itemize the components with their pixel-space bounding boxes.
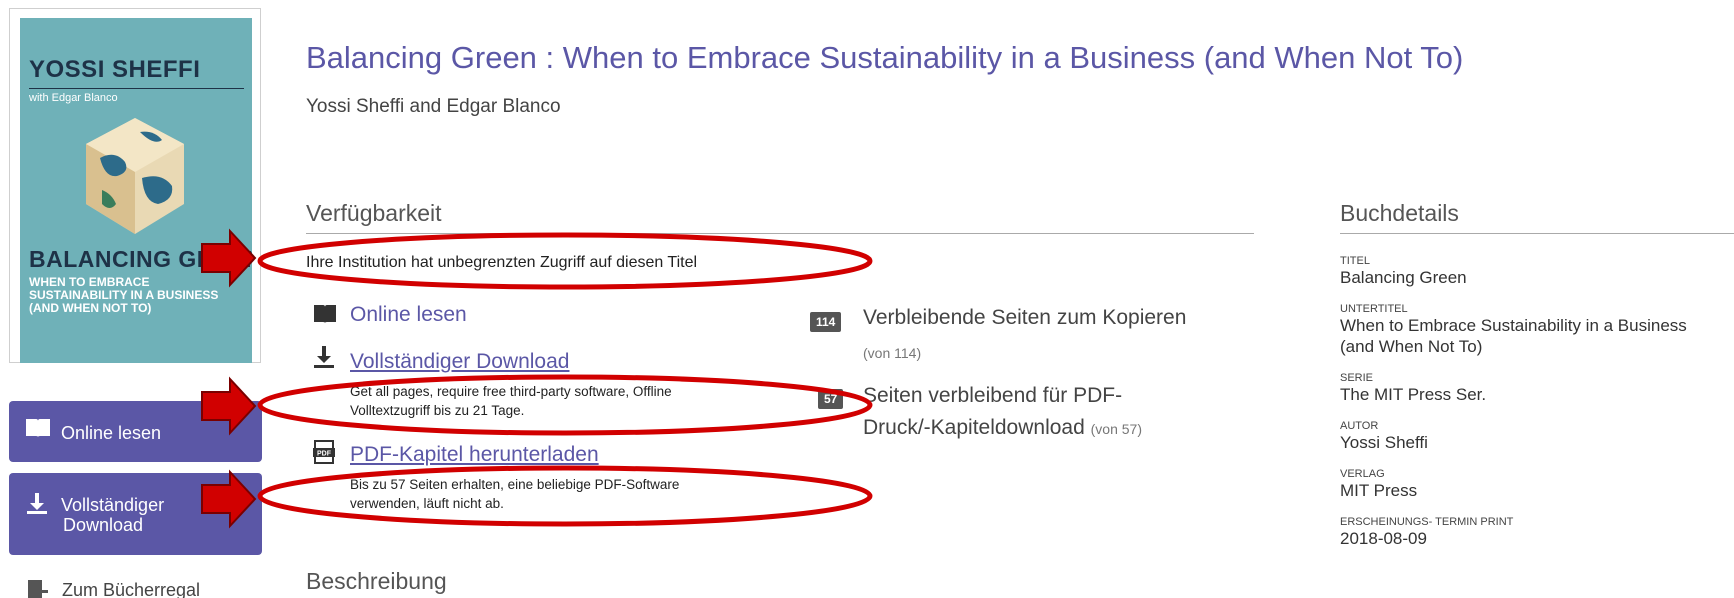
svg-text:PDF: PDF bbox=[317, 451, 332, 458]
detail-value: The MIT Press Ser. bbox=[1340, 385, 1487, 404]
online-read-link[interactable]: Online lesen bbox=[350, 303, 467, 327]
copy-pages-of: (von 114) bbox=[863, 345, 922, 361]
print-pages-badge: 57 bbox=[818, 389, 844, 409]
detail-label: AUTOR bbox=[1340, 420, 1379, 432]
detail-value: Balancing Green bbox=[1340, 268, 1467, 287]
copy-pages-label: Verbleibende Seiten zum Kopieren bbox=[863, 306, 1187, 329]
cover-rule bbox=[29, 88, 244, 89]
details-heading: Buchdetails bbox=[1340, 200, 1459, 226]
availability-heading: Verfügbarkeit bbox=[306, 200, 442, 226]
book-icon bbox=[26, 419, 50, 437]
book-authors: Yossi Sheffi and Edgar Blanco bbox=[306, 96, 561, 117]
print-pages-label: Seiten verbleibend für PDF- Druck/-Kapit… bbox=[863, 384, 1142, 439]
download-icon bbox=[314, 346, 334, 368]
online-read-button[interactable]: Online lesen bbox=[9, 401, 262, 462]
book-cover: YOSSI SHEFFI with Edgar Blanco BALANCING… bbox=[20, 18, 252, 363]
description-heading: Beschreibung bbox=[306, 568, 447, 594]
bookshelf-label: Zum Bücherregal bbox=[62, 580, 201, 598]
pdf-chapter-link[interactable]: PDF-Kapitel herunterladen bbox=[350, 443, 599, 467]
detail-label: VERLAG bbox=[1340, 468, 1385, 480]
detail-label: SERIE bbox=[1340, 372, 1374, 384]
pdf-icon: PDF bbox=[313, 440, 335, 464]
details-list: TITEL Balancing Green UNTERTITEL When to… bbox=[1340, 255, 1734, 549]
full-download-button[interactable]: Vollständiger Download bbox=[9, 473, 262, 555]
detail-value: MIT Press bbox=[1340, 481, 1418, 500]
details-rule bbox=[1340, 233, 1734, 234]
full-download-link[interactable]: Vollständiger Download bbox=[350, 350, 569, 374]
access-text: Ihre Institution hat unbegrenzten Zugrif… bbox=[306, 254, 698, 271]
detail-value: 2018-08-09 bbox=[1340, 529, 1427, 548]
cover-author: YOSSI SHEFFI bbox=[29, 56, 201, 83]
detail-value: (and When Not To) bbox=[1340, 337, 1483, 356]
cover-with: with Edgar Blanco bbox=[29, 92, 118, 104]
globe-cube-icon bbox=[86, 118, 184, 234]
full-download-label: Vollständiger Download bbox=[61, 495, 165, 535]
bookshelf-button[interactable]: Zum Bücherregal bbox=[26, 578, 266, 598]
pdf-description: Bis zu 57 Seiten erhalten, eine beliebig… bbox=[350, 477, 680, 511]
availability-rule bbox=[306, 233, 1254, 234]
bookshelf-icon bbox=[28, 580, 48, 598]
online-read-label: Online lesen bbox=[61, 423, 162, 443]
book-icon bbox=[314, 305, 336, 323]
detail-label: TITEL bbox=[1340, 255, 1370, 267]
download-description: Get all pages, require free third-party … bbox=[350, 384, 672, 418]
download-icon bbox=[27, 493, 47, 514]
book-title: Balancing Green : When to Embrace Sustai… bbox=[306, 40, 1464, 75]
cover-title: BALANCING GREEN bbox=[29, 246, 252, 272]
detail-value: Yossi Sheffi bbox=[1340, 433, 1428, 452]
copy-pages-badge: 114 bbox=[810, 312, 842, 332]
cover-subtitle: WHEN TO EMBRACE SUSTAINABILITY IN A BUSI… bbox=[29, 275, 219, 315]
detail-value: When to Embrace Sustainability in a Busi… bbox=[1340, 316, 1687, 335]
detail-label: ERSCHEINUNGS- TERMIN PRINT bbox=[1340, 516, 1514, 528]
detail-label: UNTERTITEL bbox=[1340, 303, 1408, 315]
